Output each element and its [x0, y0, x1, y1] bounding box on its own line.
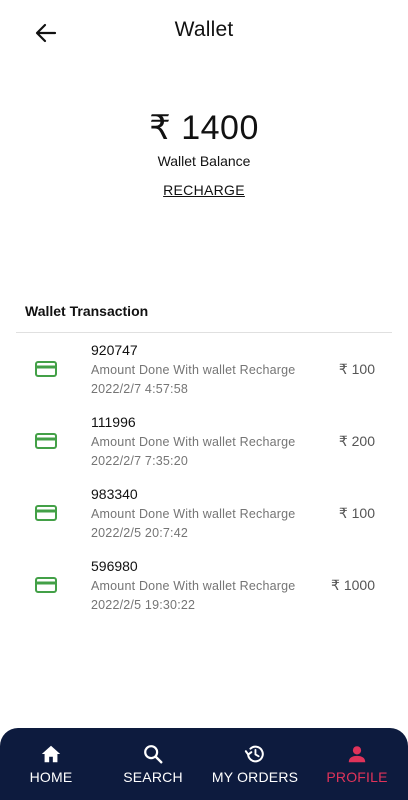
transaction-row: 596980 Amount Done With wallet Recharge …	[0, 556, 408, 628]
transaction-row: 111996 Amount Done With wallet Recharge …	[0, 412, 408, 484]
page-title: Wallet	[174, 18, 234, 41]
transaction-amount: ₹ 1000	[331, 577, 375, 593]
app-bar: Wallet	[0, 0, 408, 64]
transaction-date: 2022/2/5 20:7:42	[91, 526, 189, 540]
bottom-navigation: HOME SEARCH MY ORDERS PROFILE	[0, 728, 408, 800]
transaction-list: 920747 Amount Done With wallet Recharge …	[0, 340, 408, 628]
transaction-id: 111996	[91, 414, 136, 430]
recharge-container: RECHARGE	[0, 182, 408, 200]
transaction-row: 920747 Amount Done With wallet Recharge …	[0, 340, 408, 412]
divider	[16, 332, 392, 333]
wallet-balance-amount: ₹ 1400	[149, 109, 259, 147]
section-title: Wallet Transaction	[25, 303, 149, 319]
transaction-description: Amount Done With wallet Recharge	[91, 363, 296, 377]
credit-card-icon	[35, 433, 57, 449]
transaction-row: 983340 Amount Done With wallet Recharge …	[0, 484, 408, 556]
nav-search[interactable]: SEARCH	[102, 728, 204, 800]
nav-search-label: SEARCH	[123, 769, 183, 785]
transaction-date: 2022/2/7 4:57:58	[91, 382, 189, 396]
transaction-id: 596980	[91, 558, 138, 574]
transaction-date: 2022/2/7 7:35:20	[91, 454, 189, 468]
transaction-amount: ₹ 100	[338, 361, 375, 377]
person-icon	[348, 746, 366, 763]
transaction-amount: ₹ 100	[338, 505, 375, 521]
recharge-link[interactable]: RECHARGE	[163, 182, 245, 198]
nav-my-orders[interactable]: MY ORDERS	[204, 728, 306, 800]
credit-card-icon	[35, 505, 57, 521]
transaction-description: Amount Done With wallet Recharge	[91, 579, 296, 593]
search-icon	[144, 745, 163, 764]
nav-profile-label: PROFILE	[326, 769, 388, 785]
transaction-id: 983340	[91, 486, 138, 502]
home-icon	[41, 745, 61, 763]
transaction-id: 920747	[91, 342, 138, 358]
transaction-date: 2022/2/5 19:30:22	[91, 598, 196, 612]
nav-my-orders-label: MY ORDERS	[211, 769, 299, 785]
wallet-balance-label: Wallet Balance	[157, 153, 251, 169]
history-icon	[244, 745, 264, 763]
nav-profile[interactable]: PROFILE	[306, 728, 408, 800]
nav-home-label: HOME	[29, 769, 73, 785]
transaction-amount: ₹ 200	[338, 433, 375, 449]
credit-card-icon	[35, 361, 57, 377]
credit-card-icon	[35, 577, 57, 593]
nav-home[interactable]: HOME	[0, 728, 102, 800]
transaction-description: Amount Done With wallet Recharge	[91, 507, 296, 521]
transaction-description: Amount Done With wallet Recharge	[91, 435, 296, 449]
